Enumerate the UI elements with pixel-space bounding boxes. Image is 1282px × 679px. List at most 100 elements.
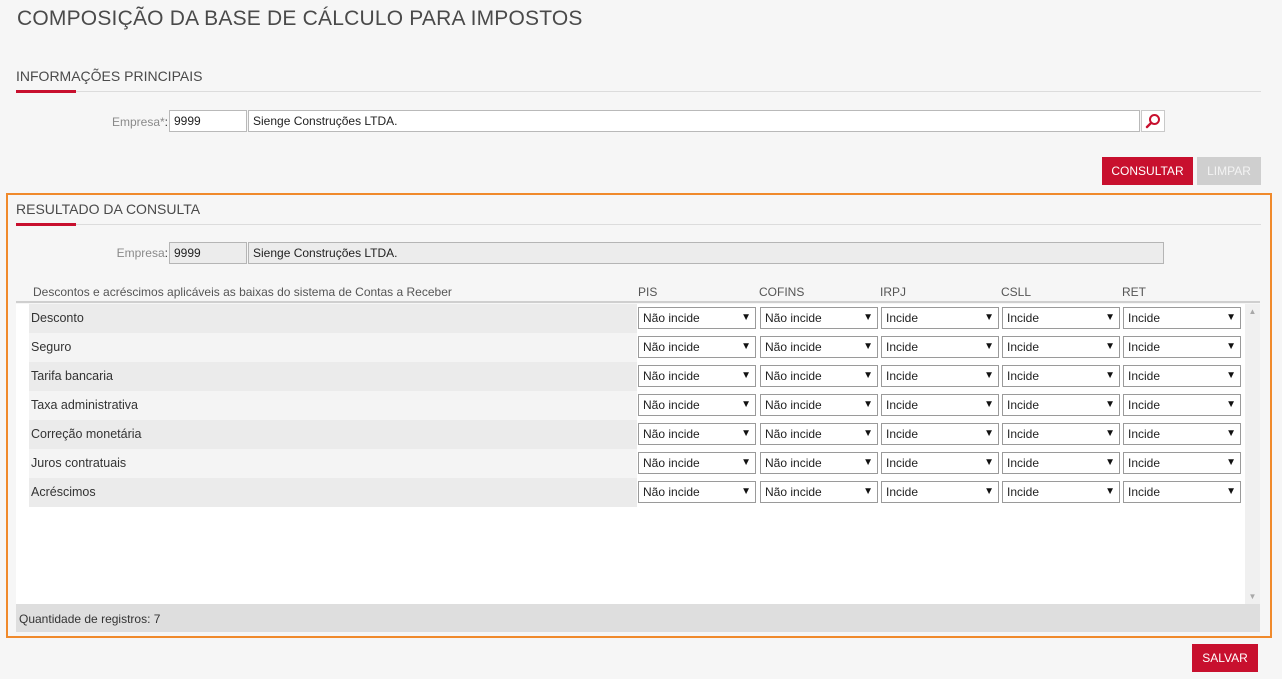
pis-select[interactable]: Não incide ▼ — [638, 394, 756, 416]
grid-scrollbar[interactable]: ▲ ▼ — [1245, 304, 1260, 604]
triangle-down-icon: ▼ — [1105, 428, 1115, 439]
ret-select[interactable]: Incide ▼ — [1123, 394, 1241, 416]
csll-select-value: Incide — [1007, 456, 1040, 470]
pis-select[interactable]: Não incide ▼ — [638, 423, 756, 445]
pis-select-value: Não incide — [643, 427, 700, 441]
row-gutter — [16, 391, 28, 420]
triangle-down-icon: ▼ — [1226, 486, 1236, 497]
ret-select[interactable]: Incide ▼ — [1123, 452, 1241, 474]
csll-select[interactable]: Incide ▼ — [1002, 394, 1120, 416]
irpj-select-value: Incide — [886, 456, 919, 470]
csll-select-value: Incide — [1007, 340, 1040, 354]
column-header-irpj: IRPJ — [880, 285, 907, 299]
triangle-down-icon: ▼ — [1226, 341, 1236, 352]
cofins-select[interactable]: Não incide ▼ — [760, 481, 878, 503]
csll-select[interactable]: Incide ▼ — [1002, 423, 1120, 445]
irpj-select[interactable]: Incide ▼ — [881, 481, 999, 503]
irpj-select[interactable]: Incide ▼ — [881, 307, 999, 329]
record-count-value: 7 — [153, 612, 161, 626]
record-count-bar: Quantidade de registros: 7 — [16, 604, 1260, 632]
cofins-select-value: Não incide — [765, 398, 822, 412]
pis-select-value: Não incide — [643, 398, 700, 412]
ret-select[interactable]: Incide ▼ — [1123, 336, 1241, 358]
cofins-select[interactable]: Não incide ▼ — [760, 365, 878, 387]
cofins-select[interactable]: Não incide ▼ — [760, 394, 878, 416]
ret-select[interactable]: Incide ▼ — [1123, 307, 1241, 329]
triangle-down-icon: ▼ — [1105, 486, 1115, 497]
column-header-pis: PIS — [638, 285, 658, 299]
triangle-down-icon: ▼ — [863, 428, 873, 439]
row-label: Acréscimos — [29, 478, 637, 507]
irpj-select[interactable]: Incide ▼ — [881, 394, 999, 416]
irpj-select[interactable]: Incide ▼ — [881, 365, 999, 387]
pis-select[interactable]: Não incide ▼ — [638, 365, 756, 387]
triangle-down-icon: ▼ — [863, 486, 873, 497]
irpj-select-value: Incide — [886, 340, 919, 354]
csll-select-value: Incide — [1007, 427, 1040, 441]
triangle-down-icon: ▼ — [1226, 457, 1236, 468]
triangle-down-icon: ▼ — [741, 486, 751, 497]
pis-select-value: Não incide — [643, 311, 700, 325]
pis-select[interactable]: Não incide ▼ — [638, 452, 756, 474]
irpj-select-value: Incide — [886, 311, 919, 325]
row-label: Juros contratuais — [29, 449, 637, 478]
cofins-select[interactable]: Não incide ▼ — [760, 452, 878, 474]
ret-select[interactable]: Incide ▼ — [1123, 365, 1241, 387]
column-header-cofins: COFINS — [759, 285, 805, 299]
triangle-down-icon: ▼ — [741, 370, 751, 381]
irpj-select[interactable]: Incide ▼ — [881, 423, 999, 445]
limpar-button[interactable]: LIMPAR — [1197, 157, 1261, 185]
csll-select[interactable]: Incide ▼ — [1002, 481, 1120, 503]
triangle-down-icon: ▼ — [984, 457, 994, 468]
ret-select[interactable]: Incide ▼ — [1123, 481, 1241, 503]
main-info-section-header: INFORMAÇÕES PRINCIPAIS — [16, 68, 1261, 93]
table-row: Acréscimos Não incide ▼ Não incide ▼ Incide ▼ I… — [16, 478, 1245, 507]
section-underline — [16, 90, 76, 93]
triangle-down-icon: ▼ — [1226, 428, 1236, 439]
triangle-down-icon: ▼ — [863, 341, 873, 352]
row-gutter — [16, 333, 28, 362]
irpj-select[interactable]: Incide ▼ — [881, 336, 999, 358]
empresa-code-input[interactable]: 9999 — [169, 110, 247, 132]
triangle-down-icon: ▼ — [741, 457, 751, 468]
pis-select[interactable]: Não incide ▼ — [638, 307, 756, 329]
ret-select[interactable]: Incide ▼ — [1123, 423, 1241, 445]
column-header-description: Descontos e acréscimos aplicáveis as bai… — [33, 285, 452, 299]
csll-select-value: Incide — [1007, 485, 1040, 499]
pis-select-value: Não incide — [643, 485, 700, 499]
row-label: Tarifa bancaria — [29, 362, 637, 391]
result-section-header: RESULTADO DA CONSULTA — [16, 201, 1261, 226]
triangle-down-icon: ▼ — [741, 428, 751, 439]
triangle-down-icon: ▼ — [1226, 399, 1236, 410]
triangle-down-icon: ▼ — [863, 312, 873, 323]
csll-select-value: Incide — [1007, 369, 1040, 383]
triangle-down-icon: ▼ — [741, 341, 751, 352]
csll-select[interactable]: Incide ▼ — [1002, 365, 1120, 387]
csll-select[interactable]: Incide ▼ — [1002, 336, 1120, 358]
empresa-search-button[interactable] — [1141, 110, 1165, 132]
table-row: Desconto Não incide ▼ Não incide ▼ Incide ▼ Inc… — [16, 304, 1245, 333]
triangle-down-icon[interactable]: ▼ — [1245, 592, 1260, 601]
triangle-up-icon[interactable]: ▲ — [1245, 307, 1260, 316]
salvar-button[interactable]: SALVAR — [1192, 644, 1258, 672]
cofins-select[interactable]: Não incide ▼ — [760, 336, 878, 358]
consultar-button[interactable]: CONSULTAR — [1102, 157, 1193, 185]
table-row: Tarifa bancaria Não incide ▼ Não incide ▼ Inc… — [16, 362, 1245, 391]
row-gutter — [16, 362, 28, 391]
pis-select[interactable]: Não incide ▼ — [638, 336, 756, 358]
pis-select[interactable]: Não incide ▼ — [638, 481, 756, 503]
section-underline — [16, 223, 76, 226]
ret-select-value: Incide — [1128, 369, 1161, 383]
csll-select[interactable]: Incide ▼ — [1002, 452, 1120, 474]
cofins-select[interactable]: Não incide ▼ — [760, 307, 878, 329]
csll-select[interactable]: Incide ▼ — [1002, 307, 1120, 329]
result-empresa-label-text: Empresa — [116, 246, 165, 260]
irpj-select[interactable]: Incide ▼ — [881, 452, 999, 474]
cofins-select[interactable]: Não incide ▼ — [760, 423, 878, 445]
empresa-label-text: Empresa* — [111, 115, 165, 129]
page-title: COMPOSIÇÃO DA BASE DE CÁLCULO PARA IMPOS… — [17, 7, 583, 30]
ret-select-value: Incide — [1128, 311, 1161, 325]
row-label: Desconto — [29, 304, 637, 333]
csll-select-value: Incide — [1007, 398, 1040, 412]
empresa-name-input[interactable]: Sienge Construções LTDA. — [248, 110, 1140, 132]
